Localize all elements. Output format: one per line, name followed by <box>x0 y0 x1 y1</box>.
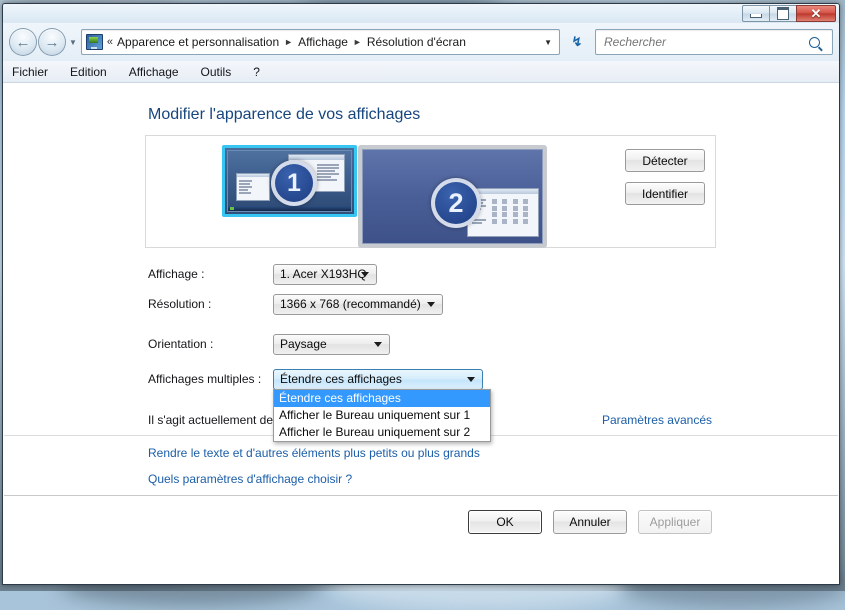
menu-item-affichage[interactable]: Affichage <box>129 65 179 79</box>
menu-bar: Fichier Edition Affichage Outils ? <box>3 61 839 83</box>
breadcrumb-overflow-chevrons[interactable]: « <box>107 36 113 48</box>
menu-item-help[interactable]: ? <box>253 65 260 79</box>
mini-window-left-icon <box>236 173 270 201</box>
address-breadcrumb-bar[interactable]: « Apparence et personnalisation ► Affich… <box>80 29 560 55</box>
maximize-icon <box>777 7 789 20</box>
close-icon: ✕ <box>810 6 822 21</box>
multiple-displays-select-value: Étendre ces affichages <box>280 372 402 386</box>
display-label: Affichage : <box>148 267 205 281</box>
text-size-link[interactable]: Rendre le texte et d'autres éléments plu… <box>148 446 480 460</box>
monitor-preview-1[interactable]: 1 <box>222 145 357 217</box>
display-select-value: 1. Acer X193HQ <box>280 267 367 281</box>
breadcrumb-item-display[interactable]: Affichage <box>298 35 348 49</box>
resolution-select-value: 1366 x 768 (recommandé) <box>280 297 421 311</box>
page-title: Modifier l'apparence de vos affichages <box>148 106 421 123</box>
minimize-button[interactable] <box>742 5 770 22</box>
resolution-row: Résolution : 1366 x 768 (recommandé) <box>148 293 443 315</box>
divider-2 <box>4 495 838 496</box>
orientation-select-value: Paysage <box>280 337 327 351</box>
control-panel-icon <box>85 34 103 50</box>
menu-item-fichier[interactable]: Fichier <box>12 65 48 79</box>
window-controls: ✕ <box>742 5 836 22</box>
search-box[interactable] <box>595 29 833 55</box>
display-row: Affichage : 1. Acer X193HQ <box>148 263 377 285</box>
multiple-displays-row: Affichages multiples : Étendre ces affic… <box>148 368 483 390</box>
address-bar-row: ← → ▼ « Apparence et personnalisation ► … <box>3 23 839 61</box>
content-area: Modifier l'apparence de vos affichages 1… <box>3 83 839 584</box>
chevron-down-icon <box>361 271 369 277</box>
forward-arrow-icon: → <box>44 33 60 51</box>
search-icon <box>809 36 820 48</box>
detect-button[interactable]: Détecter <box>625 149 705 172</box>
multiple-displays-label: Affichages multiples : <box>148 372 262 386</box>
current-display-text: Il s'agit actuellement de <box>148 413 274 427</box>
menu-item-edition[interactable]: Edition <box>70 65 107 79</box>
refresh-button[interactable]: ↯ <box>565 30 589 54</box>
resolution-label: Résolution : <box>148 297 212 311</box>
monitor-number-1: 1 <box>271 160 317 206</box>
dropdown-option-extend[interactable]: Étendre ces affichages <box>274 390 490 407</box>
dialog-button-bar: OK Annuler Appliquer <box>468 510 712 534</box>
screen-resolution-window: ✕ ← → ▼ « Apparence et personnalisation … <box>2 3 840 585</box>
display-arrangement-panel[interactable]: 1 2 Détecter Identifier <box>145 135 716 248</box>
advanced-settings-link[interactable]: Paramètres avancés <box>602 413 712 427</box>
monitor-1-screen: 1 <box>227 150 352 212</box>
orientation-row: Orientation : Paysage <box>148 333 390 355</box>
breadcrumb-item-appearance[interactable]: Apparence et personnalisation <box>117 35 279 49</box>
resolution-select[interactable]: 1366 x 768 (recommandé) <box>273 293 443 315</box>
multiple-displays-dropdown-list[interactable]: Étendre ces affichages Afficher le Burea… <box>273 389 491 442</box>
monitor-2-screen: 2 <box>362 149 543 244</box>
orientation-label: Orientation : <box>148 337 214 351</box>
chevron-down-icon <box>467 376 475 382</box>
close-button[interactable]: ✕ <box>796 5 836 22</box>
breadcrumb-separator-icon[interactable]: ► <box>284 37 293 47</box>
monitor-1-taskbar <box>228 206 351 211</box>
dropdown-option-desktop-only-2[interactable]: Afficher le Bureau uniquement sur 2 <box>274 424 490 441</box>
apply-button[interactable]: Appliquer <box>638 510 712 534</box>
breadcrumb-item-screen-resolution[interactable]: Résolution d'écran <box>367 35 466 49</box>
chevron-down-icon <box>374 341 382 347</box>
refresh-icon: ↯ <box>571 34 583 49</box>
menu-item-outils[interactable]: Outils <box>201 65 232 79</box>
identify-button[interactable]: Identifier <box>625 182 705 205</box>
window-titlebar[interactable]: ✕ <box>3 4 839 23</box>
recent-pages-chevron-down-icon[interactable]: ▼ <box>69 38 77 47</box>
address-chevron-down-icon[interactable]: ▼ <box>544 38 552 47</box>
cancel-button[interactable]: Annuler <box>553 510 627 534</box>
display-select[interactable]: 1. Acer X193HQ <box>273 263 377 285</box>
monitor-preview-2[interactable]: 2 <box>358 145 547 248</box>
breadcrumb-separator-icon[interactable]: ► <box>353 37 362 47</box>
navigation-buttons: ← → ▼ <box>9 28 80 56</box>
forward-button[interactable]: → <box>38 28 66 56</box>
back-arrow-icon: ← <box>15 33 31 51</box>
which-display-settings-link[interactable]: Quels paramètres d'affichage choisir ? <box>148 472 352 486</box>
ok-button[interactable]: OK <box>468 510 542 534</box>
monitor-number-2: 2 <box>431 178 481 228</box>
multiple-displays-select[interactable]: Étendre ces affichages <box>273 368 483 390</box>
search-input[interactable] <box>596 34 809 50</box>
dropdown-option-desktop-only-1[interactable]: Afficher le Bureau uniquement sur 1 <box>274 407 490 424</box>
minimize-icon <box>750 14 762 18</box>
back-button[interactable]: ← <box>9 28 37 56</box>
maximize-button[interactable] <box>769 5 797 22</box>
orientation-select[interactable]: Paysage <box>273 333 390 355</box>
chevron-down-icon <box>427 301 435 307</box>
